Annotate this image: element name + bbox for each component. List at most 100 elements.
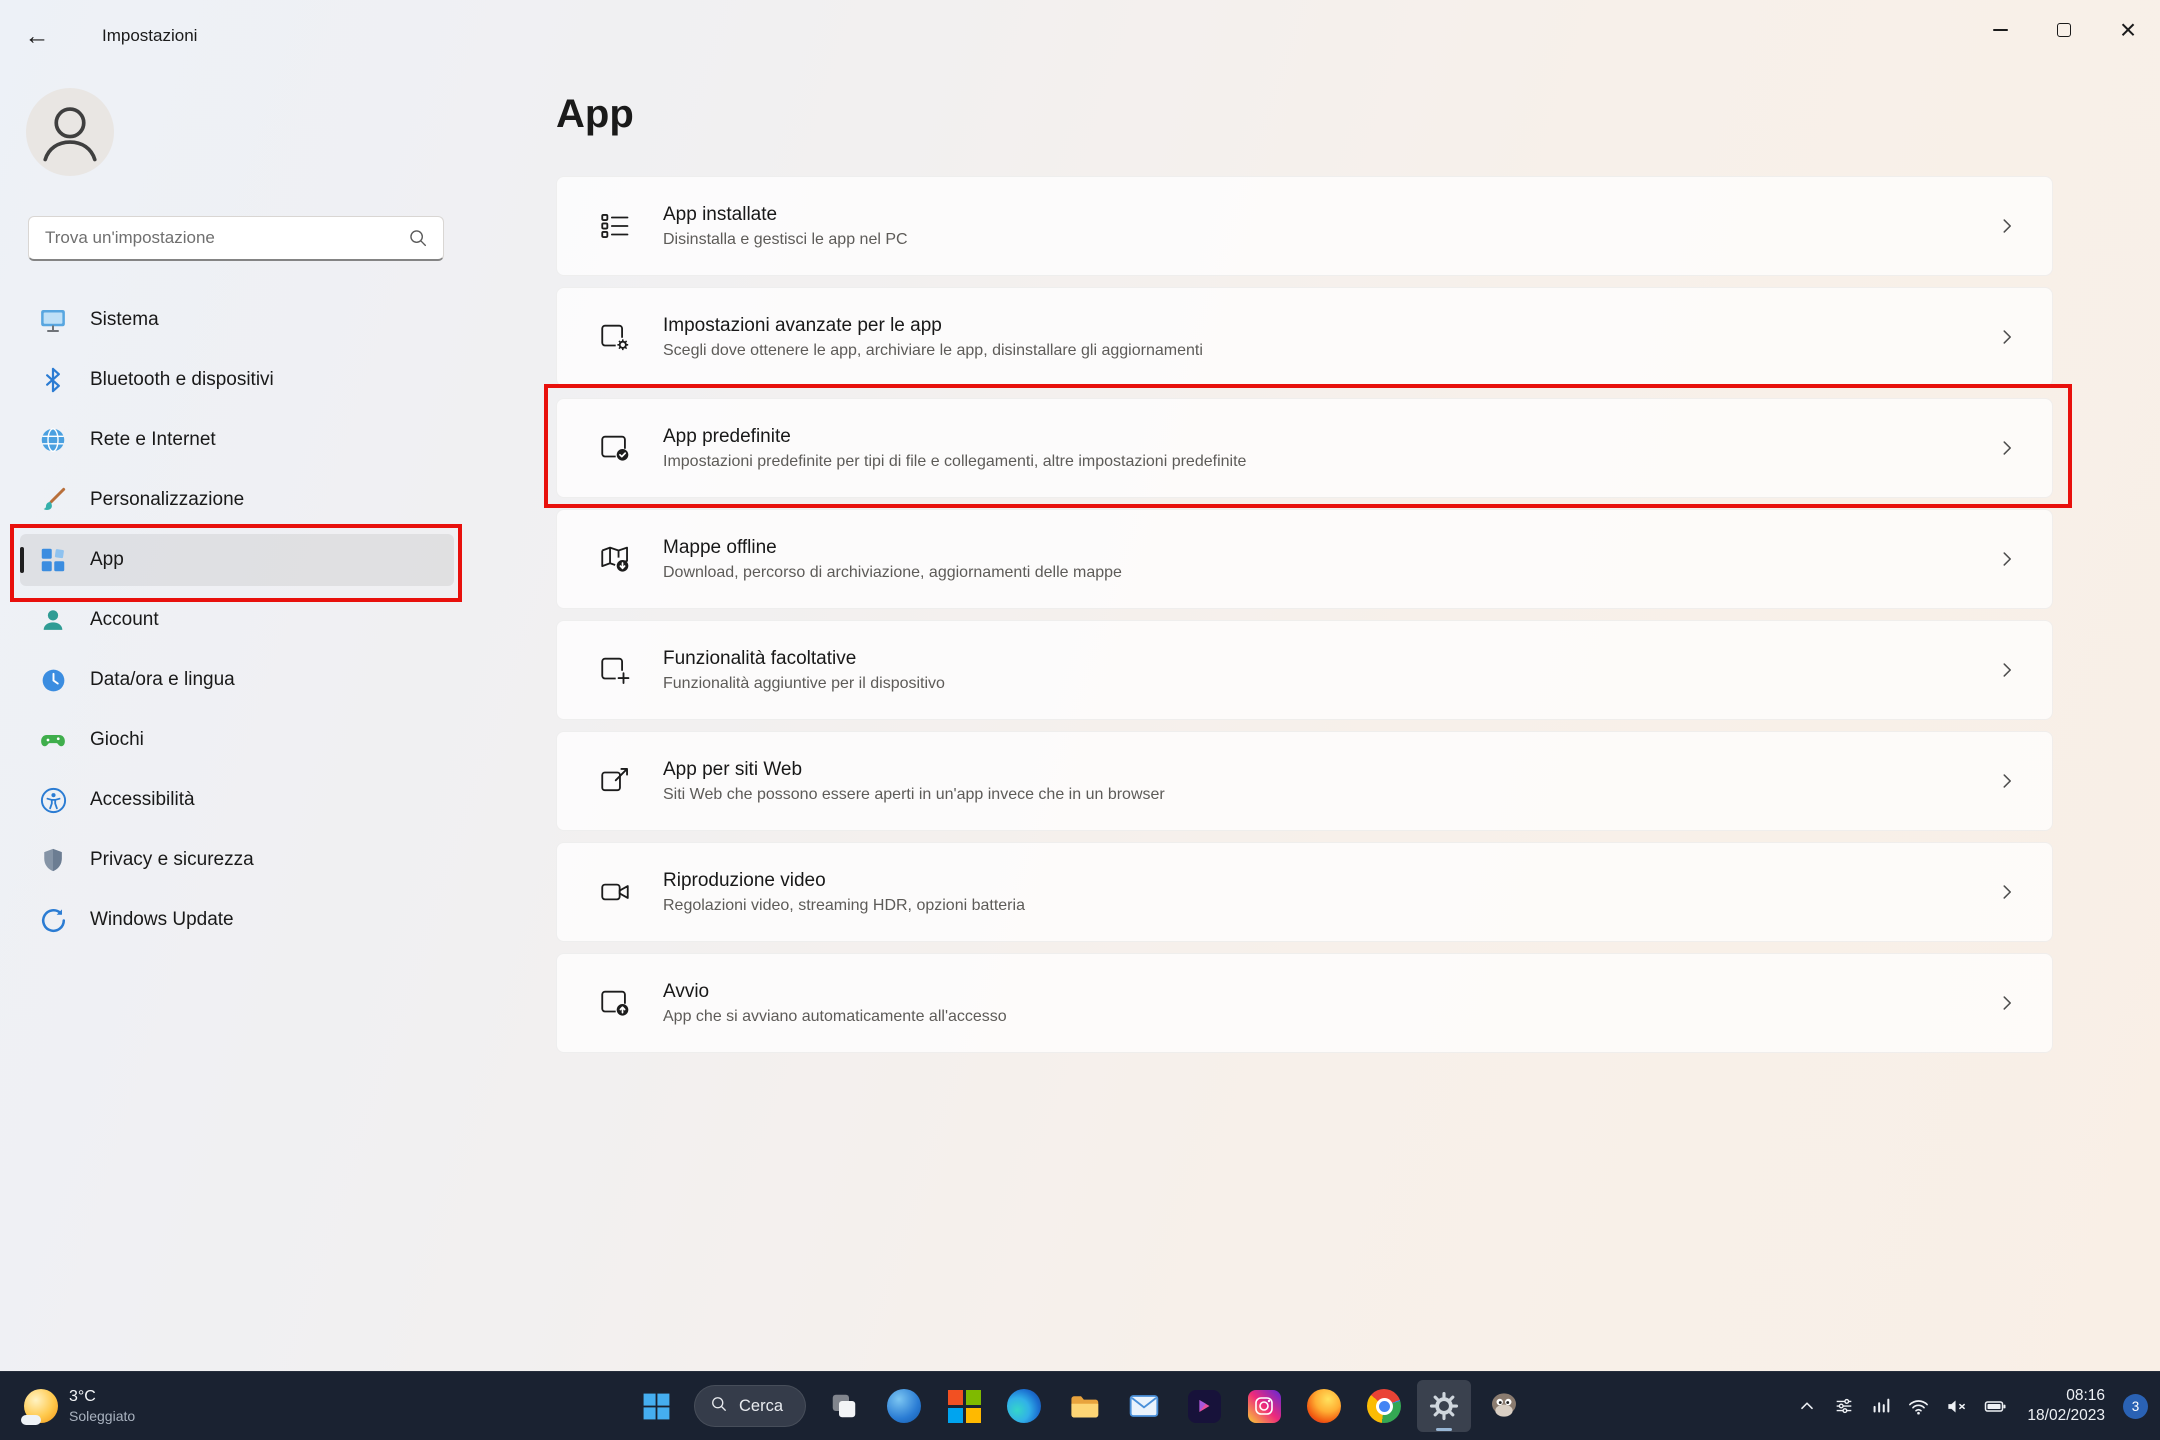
hidden-icons-button[interactable]	[1796, 1395, 1818, 1417]
chevron-right-icon	[1996, 992, 2018, 1014]
chevron-right-icon	[1996, 770, 2018, 792]
card-default-apps[interactable]: App predefinite Impostazioni predefinite…	[556, 398, 2053, 498]
app-icon-settings[interactable]	[1417, 1380, 1471, 1432]
advanced-apps-icon	[597, 319, 633, 355]
shield-icon	[38, 845, 68, 875]
minimize-icon	[1993, 29, 2008, 31]
microsoft-logo-icon	[948, 1390, 981, 1423]
page-title: App	[556, 92, 634, 137]
network-button[interactable]	[1907, 1395, 1930, 1418]
app-icon-firefox[interactable]	[1297, 1380, 1351, 1432]
weather-widget[interactable]: 3°C Soleggiato	[14, 1372, 145, 1440]
firefox-icon	[1307, 1389, 1341, 1423]
taskbar: 3°C Soleggiato Cerca	[0, 1371, 2160, 1440]
apps-grid-icon	[38, 545, 68, 575]
sidebar-item-privacy-e-sicurezza[interactable]: Privacy e sicurezza	[20, 834, 454, 886]
task-view-button[interactable]	[817, 1380, 871, 1432]
start-button[interactable]	[629, 1380, 683, 1432]
sliders-icon	[1833, 1395, 1855, 1417]
weather-temperature: 3°C	[69, 1388, 135, 1406]
card-apps-for-websites[interactable]: App per siti Web Siti Web che possono es…	[556, 731, 2053, 831]
sidebar-item-windows-update[interactable]: Windows Update	[20, 894, 454, 946]
card-offline-maps[interactable]: Mappe offline Download, percorso di arch…	[556, 509, 2053, 609]
gimp-icon	[1488, 1390, 1520, 1422]
offline-maps-icon	[597, 541, 633, 577]
gamepad-icon	[38, 725, 68, 755]
app-icon-clipchamp[interactable]	[1177, 1380, 1231, 1432]
card-subtitle: Scegli dove ottenere le app, archiviare …	[663, 342, 1203, 360]
chevron-up-icon	[1796, 1395, 1818, 1417]
card-title: Avvio	[663, 981, 1007, 1003]
card-subtitle: Impostazioni predefinite per tipi di fil…	[663, 453, 1246, 471]
sidebar-item-label: Windows Update	[90, 909, 234, 931]
sidebar: Sistema Bluetooth e dispositivi Rete e I…	[0, 72, 530, 1371]
notification-count-badge[interactable]: 3	[2123, 1394, 2148, 1419]
chevron-right-icon	[1996, 548, 2018, 570]
app-icon-edge[interactable]	[997, 1380, 1051, 1432]
card-title: Riproduzione video	[663, 870, 1025, 892]
card-video-playback[interactable]: Riproduzione video Regolazioni video, st…	[556, 842, 2053, 942]
card-subtitle: Siti Web che possono essere aperti in un…	[663, 786, 1165, 804]
card-title: Mappe offline	[663, 537, 1122, 559]
card-installed-apps[interactable]: App installate Disinstalla e gestisci le…	[556, 176, 2053, 276]
app-icon-mail[interactable]	[1117, 1380, 1171, 1432]
volume-button[interactable]	[1945, 1395, 1968, 1418]
sidebar-item-account[interactable]: Account	[20, 594, 454, 646]
app-icon-gimp[interactable]	[1477, 1380, 1531, 1432]
folder-icon	[1068, 1390, 1101, 1423]
card-title: App per siti Web	[663, 759, 1165, 781]
app-icon-microsoft-store[interactable]	[937, 1380, 991, 1432]
app-icon-file-explorer[interactable]	[1057, 1380, 1111, 1432]
video-playback-icon	[597, 874, 633, 910]
close-button[interactable]: ×	[2096, 0, 2160, 60]
sidebar-item-giochi[interactable]: Giochi	[20, 714, 454, 766]
sidebar-item-accessibilita[interactable]: Accessibilità	[20, 774, 454, 826]
card-advanced-app-settings[interactable]: Impostazioni avanzate per le app Scegli …	[556, 287, 2053, 387]
card-optional-features[interactable]: Funzionalità facoltative Funzionalità ag…	[556, 620, 2053, 720]
app-icon-chrome[interactable]	[1357, 1380, 1411, 1432]
default-apps-icon	[597, 430, 633, 466]
sidebar-item-rete-e-internet[interactable]: Rete e Internet	[20, 414, 454, 466]
card-subtitle: App che si avviano automaticamente all'a…	[663, 1008, 1007, 1026]
avatar[interactable]	[26, 88, 114, 176]
sidebar-item-personalizzazione[interactable]: Personalizzazione	[20, 474, 454, 526]
card-title: Impostazioni avanzate per le app	[663, 315, 1203, 337]
battery-button[interactable]	[1983, 1394, 2007, 1418]
envelope-icon	[1128, 1390, 1160, 1422]
sidebar-item-label: Account	[90, 609, 159, 631]
card-subtitle: Regolazioni video, streaming HDR, opzion…	[663, 897, 1025, 915]
chevron-right-icon	[1996, 659, 2018, 681]
chevron-right-icon	[1996, 326, 2018, 348]
minimize-button[interactable]	[1968, 0, 2032, 60]
app-icon-instagram[interactable]	[1237, 1380, 1291, 1432]
card-title: App installate	[663, 204, 908, 226]
edge-browser-icon	[1007, 1389, 1041, 1423]
clock-date: 18/02/2023	[2027, 1406, 2105, 1426]
clock-widget[interactable]: 08:16 18/02/2023	[2027, 1386, 2105, 1426]
sidebar-item-label: Sistema	[90, 309, 159, 331]
settings-cards: App installate Disinstalla e gestisci le…	[556, 176, 2053, 1064]
weather-condition: Soleggiato	[69, 1408, 135, 1424]
quick-settings-sliders-button[interactable]	[1833, 1395, 1855, 1417]
chevron-right-icon	[1996, 215, 2018, 237]
card-title: App predefinite	[663, 426, 1246, 448]
search-input[interactable]	[29, 228, 407, 248]
installed-apps-icon	[597, 208, 633, 244]
maximize-button[interactable]	[2032, 0, 2096, 60]
search-icon[interactable]	[407, 227, 429, 249]
chevron-right-icon	[1996, 881, 2018, 903]
sidebar-item-app[interactable]: App	[20, 534, 454, 586]
battery-icon	[1983, 1394, 2007, 1418]
taskbar-search[interactable]: Cerca	[694, 1385, 806, 1427]
sidebar-item-bluetooth[interactable]: Bluetooth e dispositivi	[20, 354, 454, 406]
sidebar-item-data-ora-e-lingua[interactable]: Data/ora e lingua	[20, 654, 454, 706]
back-button[interactable]: ←	[14, 14, 60, 58]
sidebar-item-sistema[interactable]: Sistema	[20, 294, 454, 346]
card-subtitle: Funzionalità aggiuntive per il dispositi…	[663, 675, 945, 693]
card-startup[interactable]: Avvio App che si avviano automaticamente…	[556, 953, 2053, 1053]
network-globe-icon	[38, 425, 68, 455]
account-person-icon	[38, 605, 68, 635]
bluetooth-icon	[38, 365, 68, 395]
app-icon-chat[interactable]	[877, 1380, 931, 1432]
signal-bars-button[interactable]	[1870, 1395, 1892, 1417]
